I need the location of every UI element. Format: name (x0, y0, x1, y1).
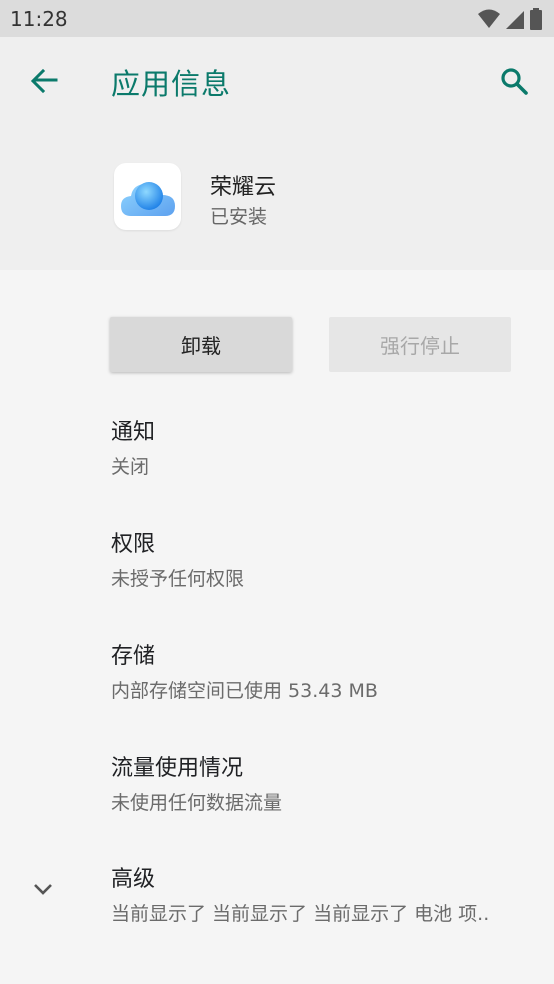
chevron-down-icon[interactable] (30, 876, 56, 902)
uninstall-button[interactable]: 卸载 (110, 317, 292, 372)
cloud-app-icon (120, 181, 175, 216)
arrow-back-icon (30, 68, 58, 94)
settings-item-title: 通知 (111, 420, 156, 445)
settings-item-summary: 关闭 (111, 456, 150, 478)
settings-item-summary: 未授予任何权限 (111, 568, 245, 590)
app-install-status: 已安装 (210, 206, 268, 228)
status-time: 11:28 (10, 7, 68, 31)
settings-item-title: 权限 (111, 532, 156, 557)
search-icon (501, 68, 528, 95)
settings-item-summary: 当前显示了 当前显示了 当前显示了 电池 项.. (111, 903, 490, 925)
search-button[interactable] (494, 61, 534, 101)
app-icon (114, 163, 181, 230)
force-stop-button[interactable]: 强行停止 (329, 317, 511, 372)
settings-item-data-usage[interactable]: 流量使用情况 未使用任何数据流量 (111, 750, 282, 815)
cell-signal-icon (506, 11, 524, 29)
status-icons (478, 8, 542, 30)
settings-item-summary: 内部存储空间已使用 53.43 MB (111, 680, 378, 702)
settings-item-advanced[interactable]: 高级 当前显示了 当前显示了 当前显示了 电池 项.. (111, 861, 531, 926)
wifi-icon (478, 9, 500, 28)
back-button[interactable] (24, 61, 64, 101)
settings-item-storage[interactable]: 存储 内部存储空间已使用 53.43 MB (111, 638, 378, 703)
battery-icon (530, 8, 542, 30)
app-info-header: 应用信息 荣耀云 已安装 (0, 37, 554, 270)
page-title: 应用信息 (111, 67, 232, 101)
settings-item-title: 存储 (111, 644, 156, 669)
status-bar: 11:28 (0, 0, 554, 37)
settings-item-summary: 未使用任何数据流量 (111, 792, 283, 814)
settings-item-title: 流量使用情况 (111, 756, 244, 781)
settings-item-title: 高级 (111, 867, 156, 892)
settings-item-permissions[interactable]: 权限 未授予任何权限 (111, 526, 244, 591)
settings-item-notifications[interactable]: 通知 关闭 (111, 414, 155, 479)
app-name: 荣耀云 (210, 175, 277, 200)
